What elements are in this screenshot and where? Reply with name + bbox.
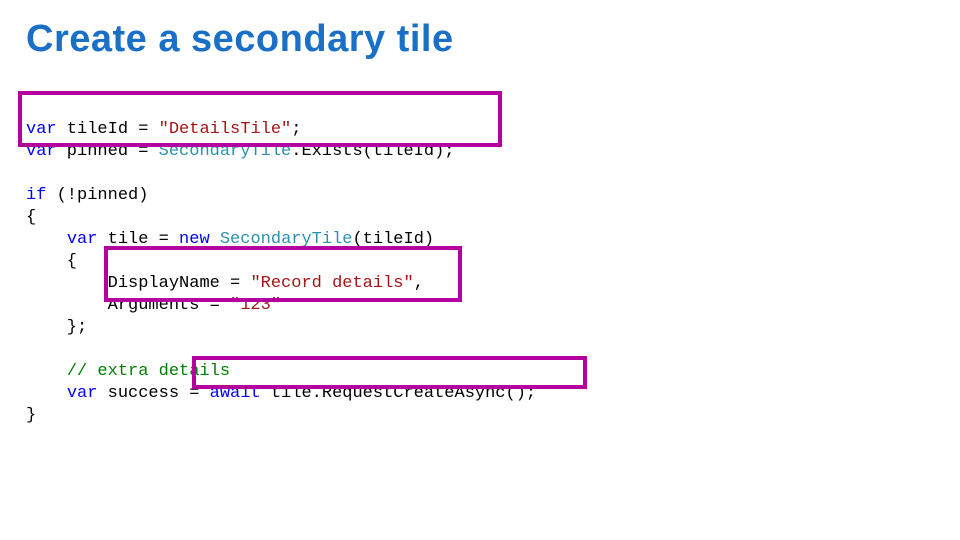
code-line-8: DisplayName = "Record details", xyxy=(26,274,424,293)
code-line-2: var pinned = SecondaryTile.Exists(tileId… xyxy=(26,142,455,161)
code-line-1: var tileId = "DetailsTile"; xyxy=(26,120,301,139)
kw-new: new xyxy=(179,230,210,249)
string-literal: "DetailsTile" xyxy=(159,120,292,139)
code-line-5: { xyxy=(26,208,36,227)
comment-token: // extra details xyxy=(67,362,230,381)
string-literal: "Record details" xyxy=(250,274,413,293)
kw-if: if xyxy=(26,186,46,205)
code-line-12: // extra details xyxy=(26,362,230,381)
kw-var: var xyxy=(67,230,98,249)
kw-await: await xyxy=(210,384,261,403)
kw-var: var xyxy=(26,142,57,161)
slide: Create a secondary tile var tileId = "De… xyxy=(0,0,960,540)
code-line-6: var tile = new SecondaryTile(tileId) xyxy=(26,230,434,249)
string-literal: "123" xyxy=(230,296,281,315)
type-token: SecondaryTile xyxy=(220,230,353,249)
code-line-4: if (!pinned) xyxy=(26,186,148,205)
code-line-10: }; xyxy=(26,318,87,337)
code-line-14: } xyxy=(26,406,36,425)
code-line-13: var success = await tile.RequestCreateAs… xyxy=(26,384,536,403)
code-block: var tileId = "DetailsTile"; var pinned =… xyxy=(26,97,934,537)
type-token: SecondaryTile xyxy=(159,142,292,161)
slide-title: Create a secondary tile xyxy=(26,18,934,61)
code-line-7: { xyxy=(26,252,77,271)
kw-var: var xyxy=(67,384,98,403)
code-line-9: Arguments = "123" xyxy=(26,296,281,315)
kw-var: var xyxy=(26,120,57,139)
